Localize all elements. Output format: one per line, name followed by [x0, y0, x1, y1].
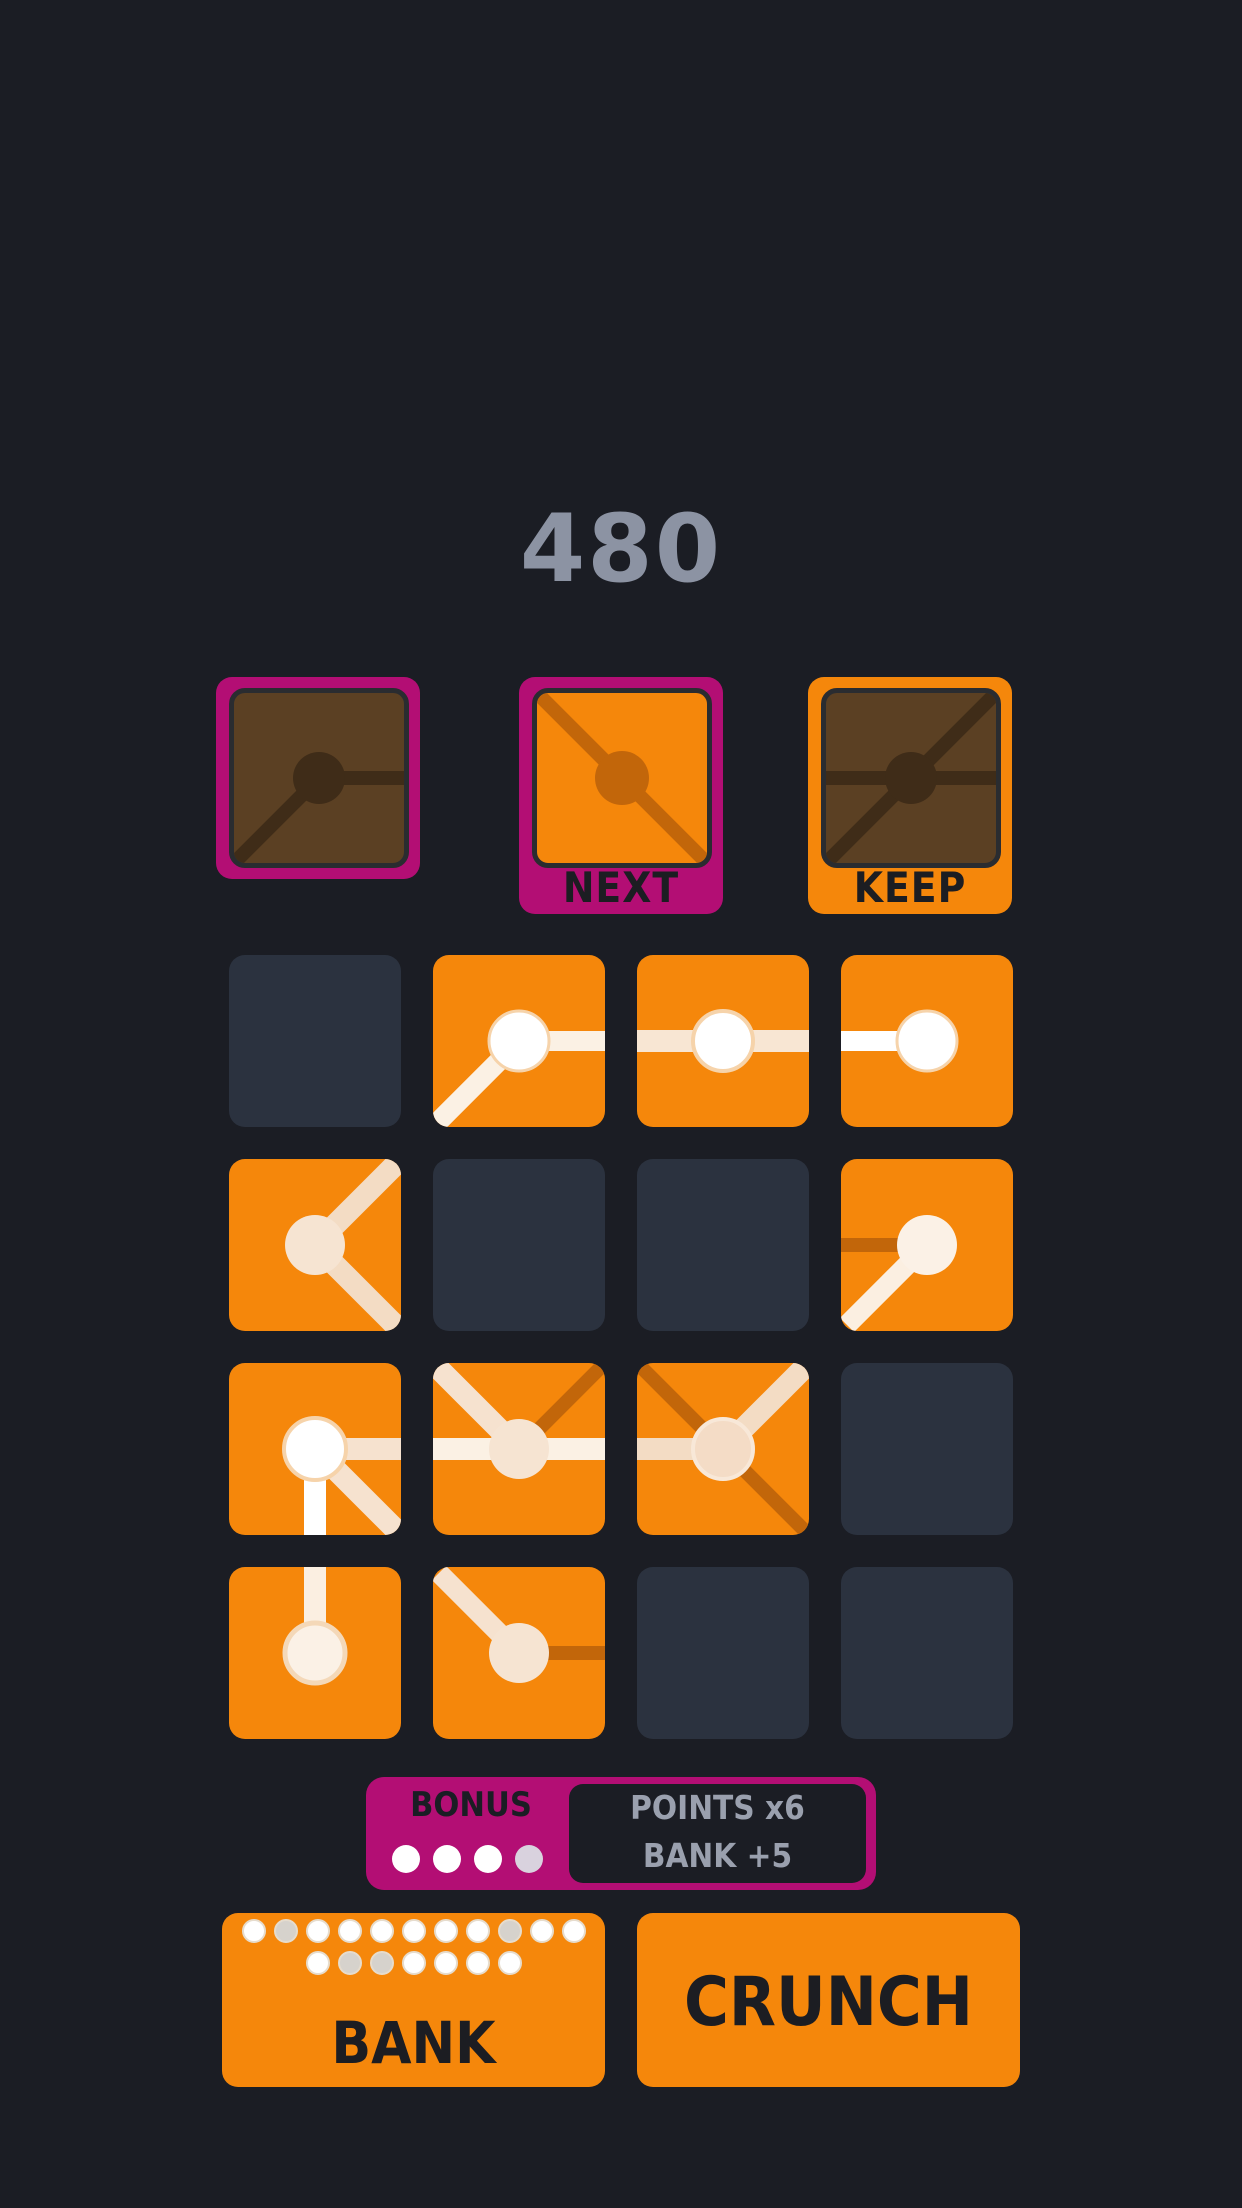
board-cell-r3c2[interactable] — [433, 1363, 605, 1535]
keep-slot-label: KEEP — [853, 863, 967, 912]
keep-piece-icon — [826, 693, 996, 863]
bank-pip — [305, 1919, 330, 1943]
bank-pip — [401, 1951, 426, 1975]
bank-pip — [465, 1919, 490, 1943]
keep-piece-slot[interactable]: KEEP — [808, 677, 1012, 914]
connector-tile-icon — [433, 1363, 605, 1479]
board-cell-r3c4[interactable] — [841, 1363, 1013, 1535]
bonus-title: BONUS — [410, 1785, 532, 1825]
board-cell-r2c1[interactable] — [229, 1159, 401, 1331]
bonus-panel: BONUS POINTS x6 BANK +5 — [366, 1777, 876, 1890]
board-cell-r3c3[interactable] — [637, 1363, 809, 1535]
bank-pip — [337, 1919, 362, 1943]
connector-tile-icon — [637, 1009, 809, 1073]
bank-pip — [241, 1919, 266, 1943]
board-cell-r4c2[interactable] — [433, 1567, 605, 1739]
connector-tile-icon — [282, 1567, 348, 1686]
bank-pip — [369, 1919, 394, 1943]
bank-button[interactable]: BANK — [222, 1913, 605, 2087]
bank-pip — [561, 1919, 586, 1943]
current-piece-icon — [234, 752, 404, 863]
bank-pip — [465, 1951, 490, 1975]
board-cell-r4c3[interactable] — [637, 1567, 809, 1739]
bonus-dot — [474, 1845, 502, 1873]
bank-pip — [497, 1919, 522, 1943]
crunch-label: CRUNCH — [684, 1963, 973, 2042]
next-piece-slot: NEXT — [519, 677, 723, 914]
bonus-dot — [515, 1845, 543, 1873]
bank-pip — [497, 1951, 522, 1975]
board-cell-r2c2[interactable] — [433, 1159, 605, 1331]
board-cell-r1c4[interactable] — [841, 955, 1013, 1127]
bonus-dot — [433, 1845, 461, 1873]
connector-tile-icon — [433, 1009, 605, 1127]
connector-tile-icon — [841, 1009, 959, 1073]
bonus-bank-increment: BANK +5 — [642, 1836, 793, 1875]
bonus-points-multiplier: POINTS x6 — [630, 1788, 805, 1827]
board-cell-r1c2[interactable] — [433, 955, 605, 1127]
board-cell-r4c4[interactable] — [841, 1567, 1013, 1739]
board-cell-r3c1[interactable] — [229, 1363, 401, 1535]
bank-pip — [433, 1919, 458, 1943]
connector-tile-icon — [841, 1215, 957, 1331]
crunch-button[interactable]: CRUNCH — [637, 1913, 1020, 2087]
bank-pip — [529, 1919, 554, 1943]
connector-tile-icon — [637, 1363, 809, 1535]
next-piece-icon — [537, 693, 707, 863]
board-cell-r2c4[interactable] — [841, 1159, 1013, 1331]
bank-pip — [369, 1951, 394, 1975]
score-display: 480 — [519, 495, 723, 604]
next-slot-label: NEXT — [562, 863, 680, 912]
bank-pip — [401, 1919, 426, 1943]
connector-tile-icon — [433, 1567, 605, 1683]
bank-pip — [337, 1951, 362, 1975]
current-piece-slot[interactable] — [216, 677, 420, 879]
bonus-info-box: POINTS x6 BANK +5 — [569, 1784, 866, 1883]
board-cell-r4c1[interactable] — [229, 1567, 401, 1739]
board-cell-r2c3[interactable] — [637, 1159, 809, 1331]
bonus-dot — [392, 1845, 420, 1873]
bank-pip — [433, 1951, 458, 1975]
board-cell-r1c1[interactable] — [229, 955, 401, 1127]
connector-tile-icon — [282, 1416, 401, 1535]
connector-tile-icon — [285, 1159, 401, 1331]
bank-label: BANK — [331, 2009, 496, 2077]
bank-pip — [273, 1919, 298, 1943]
board-cell-r1c3[interactable] — [637, 955, 809, 1127]
bank-pip — [305, 1951, 330, 1975]
